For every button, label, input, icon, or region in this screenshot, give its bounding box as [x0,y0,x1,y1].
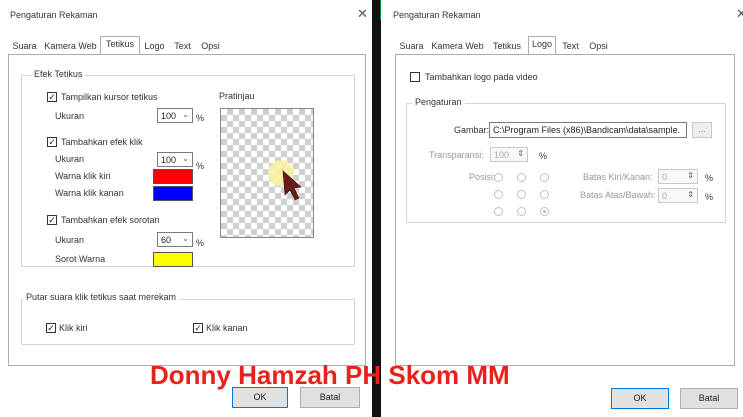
click-sound-group [21,299,355,345]
transparency-spinner[interactable]: 100 ⇕ [490,147,528,162]
tab-suara[interactable]: Suara [8,38,41,54]
cursor-preview [220,108,314,238]
h-margin-spinner[interactable]: 0 ⇕ [658,169,698,184]
close-icon[interactable]: ✕ [357,6,368,22]
cancel-button[interactable]: Batal [680,388,738,409]
chevron-down-icon: ⌄ [182,110,189,119]
v-margin-unit: % [705,192,714,202]
tab-opsi[interactable]: Opsi [197,38,224,54]
tab-suara[interactable]: Suara [395,38,428,54]
highlight-color-swatch[interactable] [153,252,193,267]
tab-kamera-web[interactable]: Kamera Web [42,38,99,54]
settings-group [406,103,726,223]
right-click-sound-label: Klik kanan [206,323,248,333]
logo-settings-dialog: Pengaturan Rekaman ✕ Suara Kamera Web Te… [381,0,743,417]
highlight-size-unit: % [196,238,205,248]
left-click-sound-checkbox[interactable]: ✓ [46,323,56,333]
highlight-color-label: Sorot Warna [55,254,106,264]
cursor-size-label: Ukuran [55,111,85,121]
show-cursor-label: Tampilkan kursor tetikus [61,92,158,102]
settings-group-label: Pengaturan [412,97,465,107]
close-icon[interactable]: ✕ [736,6,743,22]
position-radio-top-left[interactable] [494,173,503,182]
position-label: Posisi: [469,172,496,182]
left-click-color-swatch[interactable] [153,169,193,184]
dialog-title: Pengaturan Rekaman [393,10,481,20]
click-size-value: 100 [161,155,177,165]
window-divider [372,0,382,417]
preview-label: Pratinjau [219,91,255,101]
chevron-down-icon: ⌄ [182,234,189,243]
tab-text[interactable]: Text [557,38,584,54]
tab-kamera-web[interactable]: Kamera Web [429,38,486,54]
spin-arrows-icon: ⇕ [517,149,524,158]
tab-opsi[interactable]: Opsi [585,38,612,54]
tab-panel: Tambahkan logo pada video Pengaturan Gam… [395,54,735,366]
highlight-size-value: 60 [161,235,172,245]
left-click-sound-label: Klik kiri [59,323,88,333]
add-logo-checkbox[interactable] [410,72,420,82]
click-effect-checkbox[interactable]: ✓ [47,137,57,147]
click-sound-group-label: Putar suara klik tetikus saat merekam [23,292,180,302]
transparency-unit: % [539,151,548,161]
watermark-text: Donny Hamzah PH Skom MM [150,360,510,390]
tab-bar: Suara Kamera Web Tetikus Logo Text Opsi [8,36,338,55]
tab-logo[interactable]: Logo [141,38,168,54]
position-radio-bottom-center[interactable] [517,207,526,216]
tab-tetikus[interactable]: Tetikus [100,36,140,55]
highlight-effect-label: Tambahkan efek sorotan [61,215,160,225]
mouse-settings-dialog: Pengaturan Rekaman ✕ Suara Kamera Web Te… [0,0,372,417]
position-radio-middle-center[interactable] [517,190,526,199]
position-radio-middle-left[interactable] [494,190,503,199]
tab-bar: Suara Kamera Web Tetikus Logo Text Opsi [395,36,725,55]
highlight-size-select[interactable]: 60 ⌄ [157,232,193,247]
h-margin-label: Batas Kiri/Kanan: [583,172,653,182]
v-margin-value: 0 [662,191,668,201]
cursor-preview-art [268,160,302,201]
h-margin-value: 0 [662,172,668,182]
spin-arrows-icon: ⇕ [687,171,694,180]
cursor-size-unit: % [196,113,205,123]
tab-logo[interactable]: Logo [528,36,556,55]
highlight-size-label: Ukuran [55,235,85,245]
position-radio-top-center[interactable] [517,173,526,182]
v-margin-label: Batas Atas/Bawah: [580,190,656,200]
position-radio-bottom-right[interactable] [540,207,549,216]
right-click-sound-checkbox[interactable]: ✓ [193,323,203,333]
tab-text[interactable]: Text [169,38,196,54]
highlight-effect-checkbox[interactable]: ✓ [47,215,57,225]
h-margin-unit: % [705,173,714,183]
spin-arrows-icon: ⇕ [687,190,694,199]
image-path-field[interactable]: C:\Program Files (x86)\Bandicam\data\sam… [489,122,687,138]
click-size-label: Ukuran [55,154,85,164]
click-size-unit: % [196,161,205,171]
cursor-size-select[interactable]: 100 ⌄ [157,108,193,123]
v-margin-spinner[interactable]: 0 ⇕ [658,188,698,203]
right-click-color-label: Warna klik kanan [55,188,124,198]
transparency-label: Transparansi: [429,150,484,160]
position-radio-bottom-left[interactable] [494,207,503,216]
left-click-color-label: Warna klik kiri [55,171,111,181]
tab-panel: Efek Tetikus ✓ Tampilkan kursor tetikus … [8,54,366,366]
image-label: Gambar: [454,125,490,135]
browse-button[interactable]: ... [692,122,712,138]
mouse-effect-group-label: Efek Tetikus [31,69,86,79]
position-radio-middle-right[interactable] [540,190,549,199]
show-cursor-checkbox[interactable]: ✓ [47,92,57,102]
tab-tetikus[interactable]: Tetikus [487,38,527,54]
cursor-size-value: 100 [161,111,177,121]
chevron-down-icon: ⌄ [182,154,189,163]
position-radio-top-right[interactable] [540,173,549,182]
click-size-select[interactable]: 100 ⌄ [157,152,193,167]
dialog-title: Pengaturan Rekaman [10,10,98,20]
right-click-color-swatch[interactable] [153,186,193,201]
ok-button[interactable]: OK [611,388,669,409]
click-effect-label: Tambahkan efek klik [61,137,143,147]
transparency-value: 100 [494,150,510,160]
add-logo-label: Tambahkan logo pada video [425,72,538,82]
